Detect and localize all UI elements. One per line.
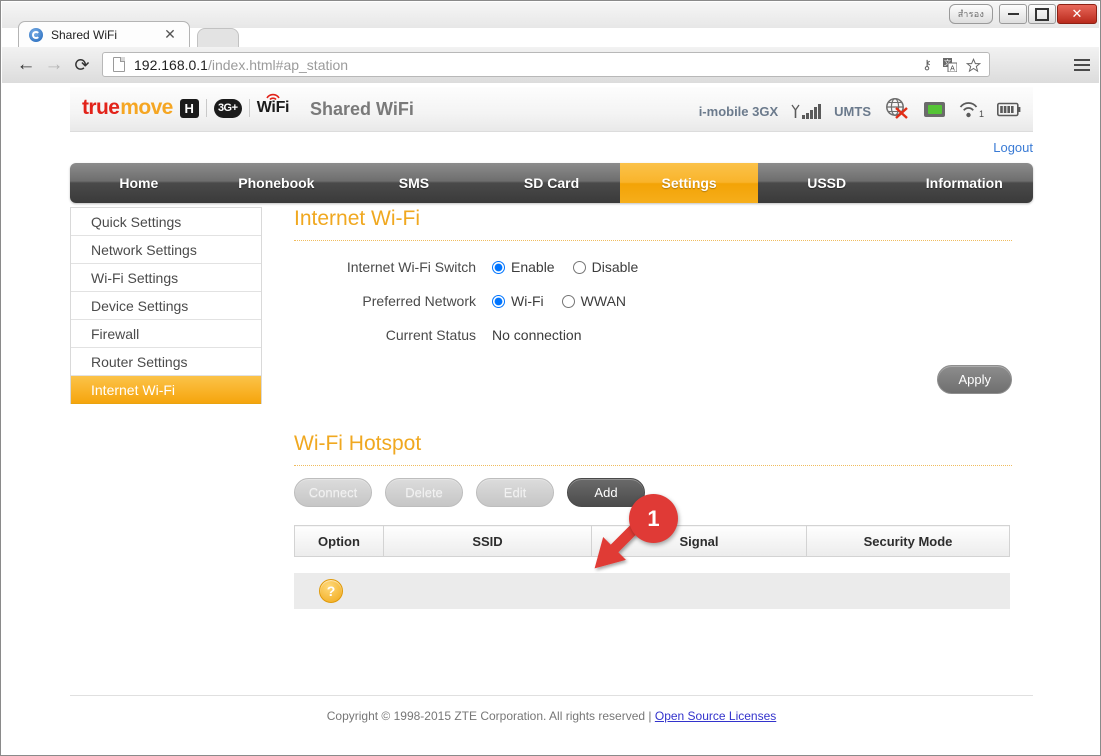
radio-enable-input[interactable]: [492, 260, 505, 274]
browser-window: สำรอง ✕ Shared WiFi ✕ ← → ⟳ 192.168.0.1/…: [0, 0, 1101, 756]
radio-wifi-input[interactable]: [492, 294, 505, 308]
section-divider: [294, 240, 1012, 241]
hotspot-divider: [294, 465, 1012, 466]
logo-wifi-text: Wi Fi: [257, 93, 290, 117]
address-bar[interactable]: 192.168.0.1/index.html#ap_station ⚷ 文A: [102, 52, 990, 77]
internet-wifi-switch-label: Internet Wi-Fi Switch: [346, 259, 476, 275]
device-header: true move H 3G+ Wi Fi Shared WiFi i-mobil…: [70, 87, 1033, 132]
sidebar-item-router-settings[interactable]: Router Settings: [71, 348, 261, 376]
back-button[interactable]: ←: [14, 53, 38, 77]
radio-wwan-label: WWAN: [580, 293, 627, 309]
browser-menu-button[interactable]: [1072, 55, 1092, 75]
url-path: /index.html#ap_station: [207, 56, 349, 73]
radio-wwan-input[interactable]: [561, 294, 575, 308]
internet-wifi-heading: Internet Wi-Fi: [294, 207, 421, 230]
preferred-network-row: Preferred Network Wi-Fi WWAN: [294, 293, 1012, 309]
delete-button[interactable]: Delete: [385, 478, 463, 507]
browser-toolbar: ← → ⟳ 192.168.0.1/index.html#ap_station …: [2, 47, 1099, 84]
key-icon[interactable]: ⚷: [919, 56, 935, 74]
internet-wifi-switch-row: Internet Wi-Fi Switch Enable Disable: [294, 259, 1012, 275]
favicon-icon: [29, 28, 43, 42]
col-security-mode: Security Mode: [806, 525, 1010, 557]
preferred-network-value: Wi-Fi WWAN: [492, 293, 644, 309]
current-status-value: No connection: [492, 327, 582, 343]
omnibox-icons: ⚷ 文A: [919, 56, 981, 74]
tab-close-icon[interactable]: ✕: [163, 27, 177, 42]
logo-move-text: move: [120, 96, 173, 119]
signal-strength-icon: [791, 104, 822, 119]
apply-button[interactable]: Apply: [937, 365, 1012, 394]
nav-tab-ussd[interactable]: USSD: [758, 163, 896, 203]
logo-3g-badge-icon: 3G+: [213, 98, 242, 118]
page-title: Shared WiFi: [310, 99, 414, 119]
logo-divider-2: [248, 99, 250, 117]
browser-tabstrip: Shared WiFi ✕: [2, 21, 1099, 48]
translate-icon[interactable]: 文A: [942, 56, 958, 74]
sidebar-item-wifi-settings[interactable]: Wi-Fi Settings: [71, 264, 261, 292]
copyright-text: Copyright © 1998-2015 ZTE Corporation. A…: [326, 709, 655, 723]
radio-enable[interactable]: Enable: [492, 259, 555, 275]
radio-disable-input[interactable]: [572, 260, 586, 274]
radio-disable-label: Disable: [591, 259, 639, 275]
settings-sidebar: Quick Settings Network Settings Wi-Fi Se…: [70, 207, 262, 404]
nav-tab-sms[interactable]: SMS: [345, 163, 483, 203]
preferred-network-label: Preferred Network: [362, 293, 476, 309]
help-question-icon[interactable]: ?: [319, 579, 343, 603]
page-footer: Copyright © 1998-2015 ZTE Corporation. A…: [70, 695, 1033, 723]
device-status-bar: i-mobile 3GX UMTS 1: [699, 97, 1021, 126]
reload-button[interactable]: ⟳: [70, 53, 94, 77]
current-status-label: Current Status: [385, 327, 476, 343]
bookmark-star-icon[interactable]: [965, 56, 981, 74]
tab-title: Shared WiFi: [51, 28, 118, 42]
nav-tab-information[interactable]: Information: [895, 163, 1033, 203]
url-host: 192.168.0.1: [134, 56, 208, 73]
network-type-label: UMTS: [834, 104, 871, 119]
sidebar-item-network-settings[interactable]: Network Settings: [71, 236, 261, 264]
radio-enable-label: Enable: [511, 259, 555, 275]
carrier-label: i-mobile 3GX: [698, 104, 779, 119]
apply-row: Apply: [294, 365, 1012, 394]
sidebar-item-quick-settings[interactable]: Quick Settings: [71, 208, 261, 236]
radio-wwan[interactable]: WWAN: [561, 293, 627, 309]
truemove-logo: true move H 3G+ Wi Fi: [82, 93, 290, 120]
globe-disconnected-icon: [884, 97, 910, 126]
radio-wifi[interactable]: Wi-Fi: [492, 293, 544, 309]
wifi-clients-icon: 1: [959, 101, 984, 123]
nav-tab-settings[interactable]: Settings: [620, 163, 758, 203]
page-viewport: true move H 3G+ Wi Fi Shared WiFi i-mobil…: [2, 83, 1099, 755]
logo-true-text: true: [82, 96, 120, 119]
radio-disable[interactable]: Disable: [572, 259, 639, 275]
logo-divider: [205, 99, 207, 117]
url-text: 192.168.0.1/index.html#ap_station: [134, 57, 348, 73]
annotation-step-badge: 1: [629, 494, 678, 543]
battery-icon: [997, 102, 1021, 122]
internet-wifi-switch-value: Enable Disable: [492, 259, 656, 275]
col-ssid: SSID: [383, 525, 592, 557]
new-tab-button[interactable]: [197, 28, 239, 48]
nav-tab-sd-card[interactable]: SD Card: [483, 163, 621, 203]
router-admin-page: true move H 3G+ Wi Fi Shared WiFi i-mobil…: [2, 83, 1099, 755]
nav-tab-home[interactable]: Home: [70, 163, 208, 203]
nav-tab-phonebook[interactable]: Phonebook: [208, 163, 346, 203]
sidebar-item-device-settings[interactable]: Device Settings: [71, 292, 261, 320]
connect-button[interactable]: Connect: [294, 478, 372, 507]
logo-h-badge-icon: H: [179, 98, 199, 118]
current-status-row: Current Status No connection: [294, 327, 1012, 343]
logout-link[interactable]: Logout: [993, 140, 1033, 155]
radio-wifi-label: Wi-Fi: [511, 293, 544, 309]
open-source-licenses-link[interactable]: Open Source Licenses: [655, 709, 776, 723]
forward-button[interactable]: →: [42, 53, 66, 77]
edit-button[interactable]: Edit: [476, 478, 554, 507]
wifi-hotspot-heading: Wi-Fi Hotspot: [294, 432, 422, 455]
browser-tab[interactable]: Shared WiFi ✕: [18, 21, 190, 48]
sidebar-item-internet-wifi[interactable]: Internet Wi-Fi: [71, 376, 261, 404]
svg-text:1: 1: [979, 109, 984, 118]
sidebar-item-firewall[interactable]: Firewall: [71, 320, 261, 348]
page-info-icon[interactable]: [113, 57, 125, 72]
col-option: Option: [294, 525, 384, 557]
svg-text:A: A: [950, 66, 955, 73]
main-nav: Home Phonebook SMS SD Card Settings USSD…: [70, 163, 1033, 203]
sd-card-icon: [923, 101, 946, 123]
